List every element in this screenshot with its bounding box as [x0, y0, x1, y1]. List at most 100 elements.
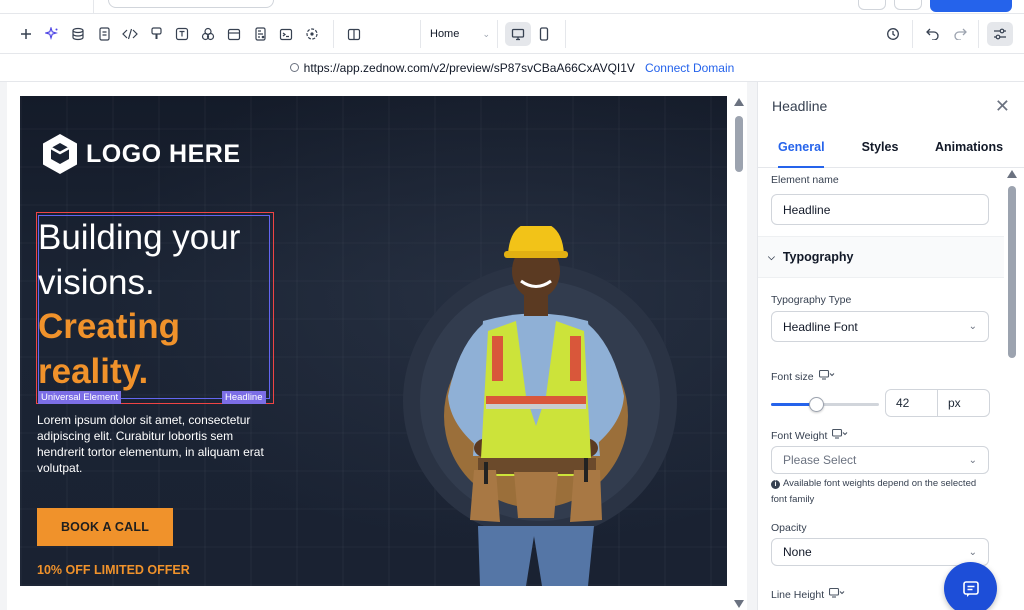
chevron-down-icon: ⌄ [482, 28, 490, 39]
chevron-down-icon: ⌄ [968, 454, 977, 466]
tab-animations[interactable]: Animations [934, 130, 1004, 168]
offer-text[interactable]: 10% OFF LIMITED OFFER [37, 563, 190, 577]
typography-type-label: Typography Type [771, 294, 852, 306]
redo-icon[interactable] [950, 24, 970, 44]
headline[interactable]: Building your visions. Creating reality. [38, 216, 278, 394]
book-a-call-button[interactable]: BOOK A CALL [37, 508, 173, 546]
headline-tag[interactable]: Headline [222, 391, 266, 404]
typography-type-select[interactable]: Headline Font ⌄ [771, 311, 989, 342]
chevron-down-icon: ⌄ [968, 321, 977, 332]
panel-body: Element name Headline ⌵ Typography Typog… [758, 168, 1004, 610]
construction-worker-image[interactable] [388, 226, 698, 586]
font-size-label: Font size [771, 370, 814, 383]
headline-line-2: visions. [38, 262, 155, 302]
info-icon: i [771, 480, 780, 489]
toolbar-separator [333, 20, 334, 48]
font-weight-select[interactable]: Please Select ⌄ [771, 446, 989, 474]
headline-accent-1: Creating [38, 307, 180, 346]
panel-scrollbar[interactable] [1004, 168, 1024, 610]
editor-canvas: LOGO HERE Building your visions. Creatin… [7, 82, 747, 610]
paint-icon[interactable] [146, 24, 166, 44]
layers-icon[interactable] [68, 24, 88, 44]
integrations-icon[interactable] [302, 24, 322, 44]
shapes-icon[interactable] [198, 24, 218, 44]
panel-title: Headline [772, 98, 828, 114]
canvas-scroll-thumb[interactable] [735, 116, 743, 172]
device-monitor-icon[interactable] [832, 428, 848, 442]
hero-section[interactable]: LOGO HERE Building your visions. Creatin… [20, 96, 727, 586]
scroll-up-icon[interactable] [1007, 170, 1017, 178]
canvas-scrollbar[interactable] [733, 96, 745, 610]
chat-fab-button[interactable] [944, 562, 997, 610]
logo-text: LOGO HERE [86, 139, 241, 168]
font-weight-note-text: Available font weights depend on the sel… [771, 478, 977, 505]
page-select-value: Home [430, 28, 460, 40]
close-icon[interactable]: ✕ [995, 96, 1010, 117]
font-size-slider[interactable] [771, 394, 879, 414]
headline-accent-2: reality. [38, 351, 149, 391]
page-icon[interactable] [94, 24, 114, 44]
code-icon[interactable] [120, 24, 140, 44]
device-monitor-icon[interactable] [829, 587, 845, 601]
publish-button[interactable] [930, 0, 1012, 12]
element-name-label: Element name [771, 174, 839, 186]
toolbar-separator [497, 20, 498, 48]
opacity-select[interactable]: None ⌄ [771, 538, 989, 566]
hexagon-logo-icon [43, 134, 77, 174]
settings-toggle-button[interactable] [987, 22, 1013, 46]
element-name-value: Headline [783, 202, 831, 217]
logo[interactable]: LOGO HERE [40, 132, 241, 176]
text-icon[interactable] [172, 24, 192, 44]
chevron-down-icon: ⌄ [968, 546, 977, 558]
columns-icon[interactable] [344, 24, 364, 44]
top-url-pill[interactable] [108, 0, 274, 8]
panel-tabs: General Styles Animations [758, 130, 1024, 168]
panel-scroll-thumb[interactable] [1008, 186, 1016, 358]
font-size-input[interactable]: 42 [885, 389, 938, 417]
top-copy-button[interactable] [894, 0, 922, 10]
hero-body-text[interactable]: Lorem ipsum dolor sit amet, consectetur … [37, 412, 265, 476]
font-size-unit-select[interactable]: px [937, 389, 990, 417]
element-name-input[interactable]: Headline [771, 194, 989, 225]
toolbar-separator [565, 20, 566, 48]
universal-element-tag[interactable]: Universal Element [38, 391, 122, 404]
form-icon[interactable] [250, 24, 270, 44]
font-weight-label: Font Weight [771, 429, 828, 442]
scroll-up-icon[interactable] [734, 98, 744, 106]
embed-icon[interactable] [276, 24, 296, 44]
typography-section-header[interactable]: ⌵ Typography [758, 236, 1004, 278]
editor-toolbar: Home ⌄ [0, 14, 1024, 54]
font-weight-label-row: Font Weight [771, 428, 848, 442]
page-select[interactable]: Home ⌄ [430, 24, 490, 44]
scroll-down-icon[interactable] [734, 600, 744, 608]
top-history-button[interactable] [858, 0, 886, 10]
headline-selection-box[interactable]: Building your visions. Creating reality.… [36, 212, 274, 404]
headline-line-1: Building your [38, 218, 241, 257]
chat-icon [962, 580, 979, 597]
preview-url-bar: https://app.zednow.com/v2/preview/sP87sv… [0, 54, 1024, 82]
font-size-label-row: Font size [771, 369, 835, 383]
font-weight-placeholder: Please Select [783, 453, 857, 467]
chevron-down-icon: ⌵ [768, 251, 775, 262]
slider-handle[interactable] [809, 397, 824, 412]
undo-icon[interactable] [923, 24, 943, 44]
add-icon[interactable] [16, 24, 36, 44]
tab-general[interactable]: General [778, 130, 825, 168]
desktop-view-button[interactable] [505, 22, 531, 46]
mobile-view-button[interactable] [531, 22, 557, 46]
sliders-icon [994, 28, 1006, 40]
device-monitor-icon[interactable] [818, 369, 835, 383]
toolbar-separator [978, 20, 979, 48]
top-separator [93, 0, 94, 14]
preview-url[interactable]: https://app.zednow.com/v2/preview/sP87sv… [304, 61, 635, 75]
section-icon[interactable] [224, 24, 244, 44]
browser-top-strip [0, 0, 1024, 14]
toolbar-separator [912, 20, 913, 48]
clock-icon[interactable] [883, 24, 903, 44]
typography-type-value: Headline Font [783, 319, 858, 334]
tab-styles[interactable]: Styles [858, 130, 902, 168]
status-circle-icon [289, 63, 299, 72]
connect-domain-link[interactable]: Connect Domain [645, 61, 734, 75]
sparkle-icon[interactable] [42, 24, 62, 44]
mobile-icon [539, 27, 549, 41]
